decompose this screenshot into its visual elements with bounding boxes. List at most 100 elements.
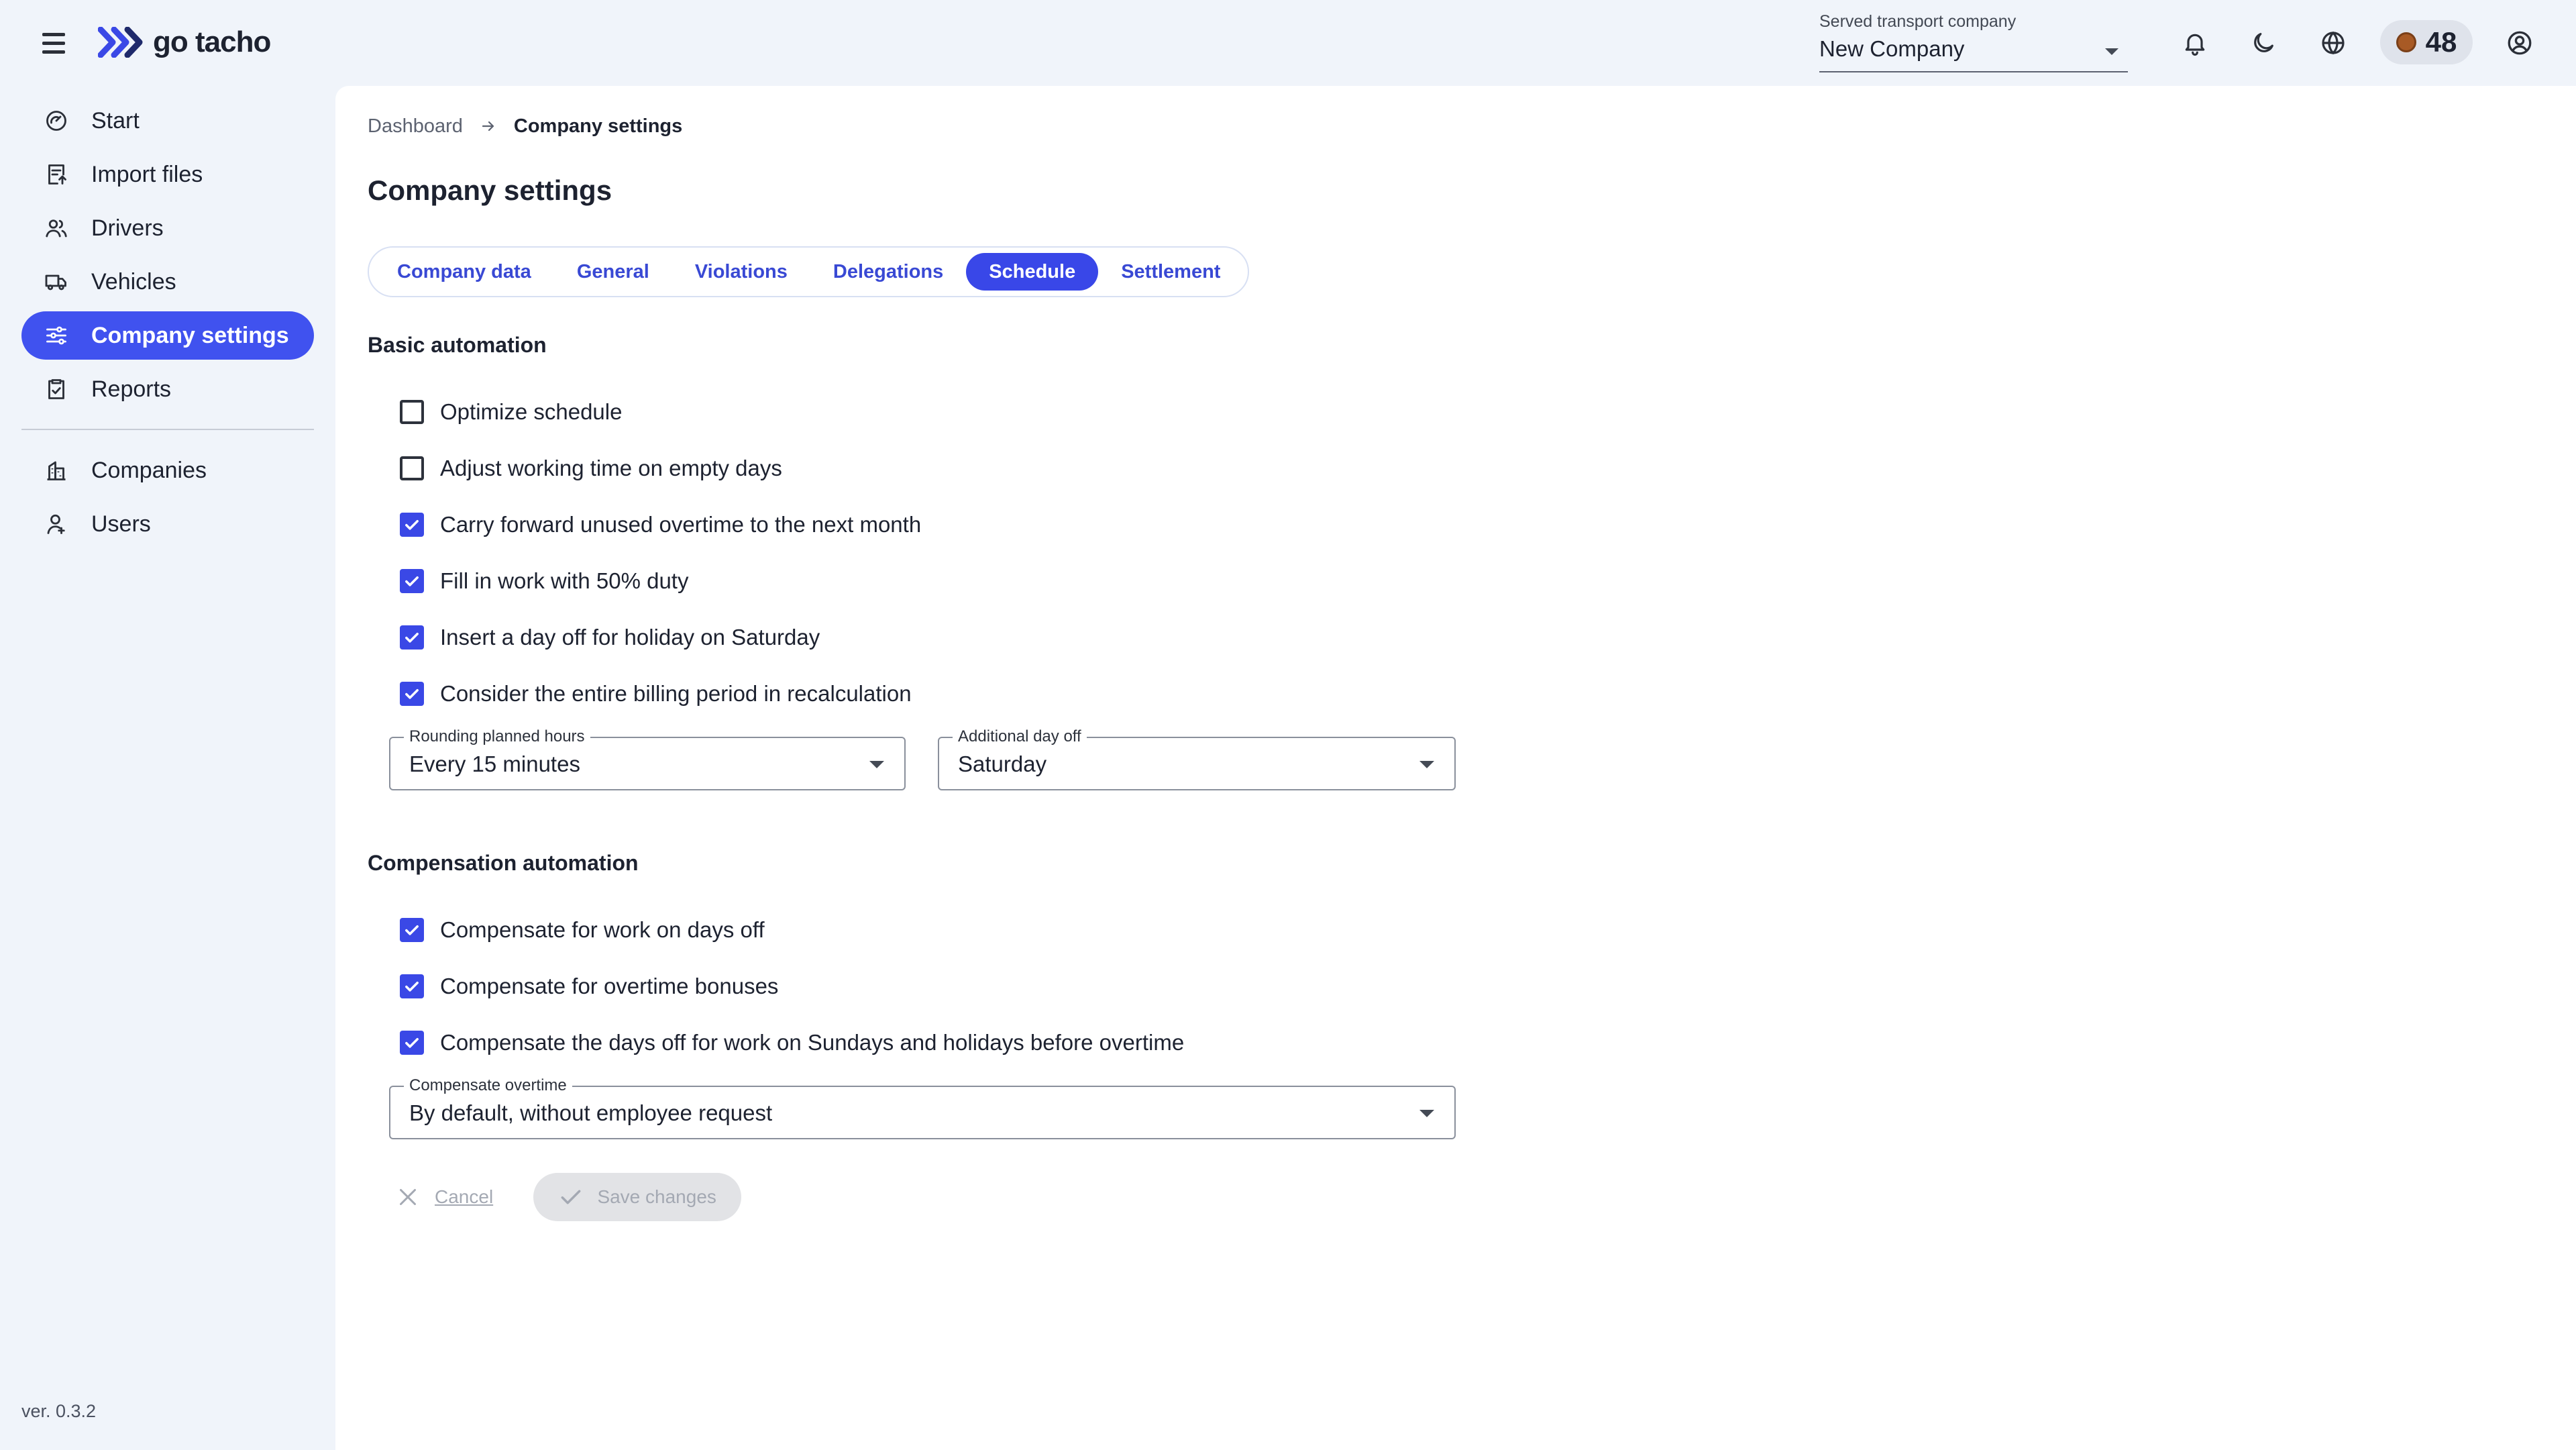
compensate-overtime-label: Compensate overtime: [404, 1076, 572, 1095]
compensation-automation-title: Compensation automation: [368, 851, 639, 875]
notifications-button[interactable]: [2176, 24, 2214, 62]
sidebar-item-import-files[interactable]: Import files: [21, 150, 314, 199]
optimize-schedule-checkbox[interactable]: Optimize schedule: [400, 397, 622, 427]
carry-forward-overtime-checkbox[interactable]: Carry forward unused overtime to the nex…: [400, 510, 921, 539]
account-button[interactable]: [2501, 24, 2538, 62]
dark-mode-button[interactable]: [2245, 24, 2282, 62]
gauge-icon: [46, 111, 66, 131]
chevron-down-icon: [1419, 761, 1434, 768]
billing-period-checkbox[interactable]: Consider the entire billing period in re…: [400, 679, 912, 709]
breadcrumb-current: Company settings: [513, 115, 683, 137]
checkbox-checked-icon: [400, 625, 424, 650]
chevron-down-icon: [2105, 48, 2118, 55]
compensate-days-off-checkbox[interactable]: Compensate for work on days off: [400, 915, 765, 945]
tab-violations[interactable]: Violations: [672, 253, 810, 291]
adjust-empty-days-checkbox[interactable]: Adjust working time on empty days: [400, 454, 782, 483]
app-logo[interactable]: go tacho: [98, 20, 271, 64]
sidebar-item-start[interactable]: Start: [21, 97, 314, 145]
company-select-underline: [1819, 71, 2128, 72]
checkbox-checked-icon: [400, 682, 424, 706]
sidebar-item-label: Drivers: [91, 215, 164, 241]
saturday-holiday-checkbox[interactable]: Insert a day off for holiday on Saturday: [400, 623, 820, 652]
checkbox-label: Compensate for work on days off: [440, 917, 765, 942]
globe-icon: [2322, 31, 2345, 55]
checkbox-label: Insert a day off for holiday on Saturday: [440, 625, 820, 650]
sliders-icon: [46, 326, 66, 345]
additional-day-off-select[interactable]: Additional day off Saturday: [938, 727, 1456, 790]
clipboard-icon: [48, 379, 64, 399]
basic-automation-title: Basic automation: [368, 333, 547, 357]
company-select-label: Served transport company: [1819, 12, 2017, 31]
save-changes-button[interactable]: Save changes: [533, 1173, 742, 1221]
tab-schedule[interactable]: Schedule: [966, 253, 1099, 291]
credits-count: 48: [2425, 26, 2457, 58]
moon-icon: [2254, 33, 2273, 52]
sidebar-item-label: Companies: [91, 457, 207, 483]
tab-settlement[interactable]: Settlement: [1098, 253, 1243, 291]
chevron-down-icon: [1419, 1110, 1434, 1117]
checkbox-unchecked-icon: [400, 400, 424, 424]
checkbox-checked-icon: [400, 1031, 424, 1055]
bell-icon: [2185, 34, 2205, 56]
rounding-hours-select[interactable]: Rounding planned hours Every 15 minutes: [389, 727, 906, 790]
sidebar-item-vehicles[interactable]: Vehicles: [21, 258, 314, 306]
compensate-sundays-holidays-checkbox[interactable]: Compensate the days off for work on Sund…: [400, 1028, 1184, 1057]
top-bar: go tacho Served transport company New Co…: [0, 0, 2576, 86]
rounding-hours-value: Every 15 minutes: [409, 752, 580, 776]
credits-badge[interactable]: 48: [2380, 20, 2473, 64]
sidebar-item-users[interactable]: Users: [21, 500, 314, 548]
coin-icon: [2396, 32, 2416, 52]
compensate-overtime-bonuses-checkbox[interactable]: Compensate for overtime bonuses: [400, 972, 778, 1001]
logo-chevrons-icon: [98, 27, 143, 58]
sidebar-item-label: Start: [91, 107, 140, 134]
tab-company-data[interactable]: Company data: [374, 253, 554, 291]
sidebar-item-label: Vehicles: [91, 268, 176, 295]
sidebar-divider: [21, 429, 314, 430]
truck-icon: [45, 274, 66, 291]
account-circle-icon: [2508, 31, 2532, 55]
checkbox-label: Adjust working time on empty days: [440, 456, 782, 480]
checkbox-label: Consider the entire billing period in re…: [440, 681, 912, 706]
arrow-right-icon: [482, 121, 494, 132]
main-content: Dashboard Company settings Company setti…: [335, 86, 2576, 1450]
rounding-hours-label: Rounding planned hours: [404, 727, 590, 746]
sidebar-item-drivers[interactable]: Drivers: [21, 204, 314, 252]
breadcrumb-dashboard-link[interactable]: Dashboard: [368, 115, 463, 138]
checkbox-label: Optimize schedule: [440, 399, 623, 424]
checkbox-checked-icon: [400, 569, 424, 593]
close-icon: [400, 1189, 416, 1205]
checkbox-label: Carry forward unused overtime to the nex…: [440, 512, 922, 537]
checkbox-label: Fill in work with 50% duty: [440, 568, 689, 593]
checkbox-checked-icon: [400, 918, 424, 942]
compensate-overtime-value: By default, without employee request: [409, 1100, 773, 1125]
checkbox-checked-icon: [400, 513, 424, 537]
tab-delegations[interactable]: Delegations: [810, 253, 966, 291]
sidebar-item-companies[interactable]: Companies: [21, 446, 314, 495]
breadcrumb: Dashboard Company settings: [368, 113, 682, 140]
sidebar-item-label: Users: [91, 511, 151, 537]
checkbox-label: Compensate the days off for work on Sund…: [440, 1030, 1185, 1055]
sidebar-item-label: Import files: [91, 161, 203, 187]
check-icon: [561, 1190, 581, 1204]
sidebar-item-label: Reports: [91, 376, 172, 402]
additional-day-off-value: Saturday: [958, 752, 1047, 776]
sidebar-item-reports[interactable]: Reports: [21, 365, 314, 413]
building-icon: [47, 461, 66, 480]
compensate-overtime-select[interactable]: Compensate overtime By default, without …: [389, 1076, 1456, 1139]
app-version: ver. 0.3.2: [21, 1401, 97, 1421]
fill-work-duty-checkbox[interactable]: Fill in work with 50% duty: [400, 566, 688, 596]
user-icon: [47, 514, 65, 534]
people-icon: [46, 219, 67, 238]
settings-tabs: Company data General Violations Delegati…: [368, 246, 1249, 297]
app-name: go tacho: [153, 25, 271, 58]
chevron-down-icon: [869, 761, 884, 768]
cancel-label: Cancel: [435, 1186, 494, 1207]
form-actions: Cancel Save changes: [389, 1173, 742, 1221]
menu-icon[interactable]: [38, 27, 70, 59]
sidebar-item-company-settings[interactable]: Company settings: [21, 311, 314, 360]
company-select[interactable]: Served transport company New Company: [1819, 12, 2128, 72]
language-button[interactable]: [2314, 24, 2352, 62]
checkbox-label: Compensate for overtime bonuses: [440, 974, 779, 998]
cancel-button[interactable]: Cancel: [389, 1173, 500, 1221]
tab-general[interactable]: General: [554, 253, 672, 291]
